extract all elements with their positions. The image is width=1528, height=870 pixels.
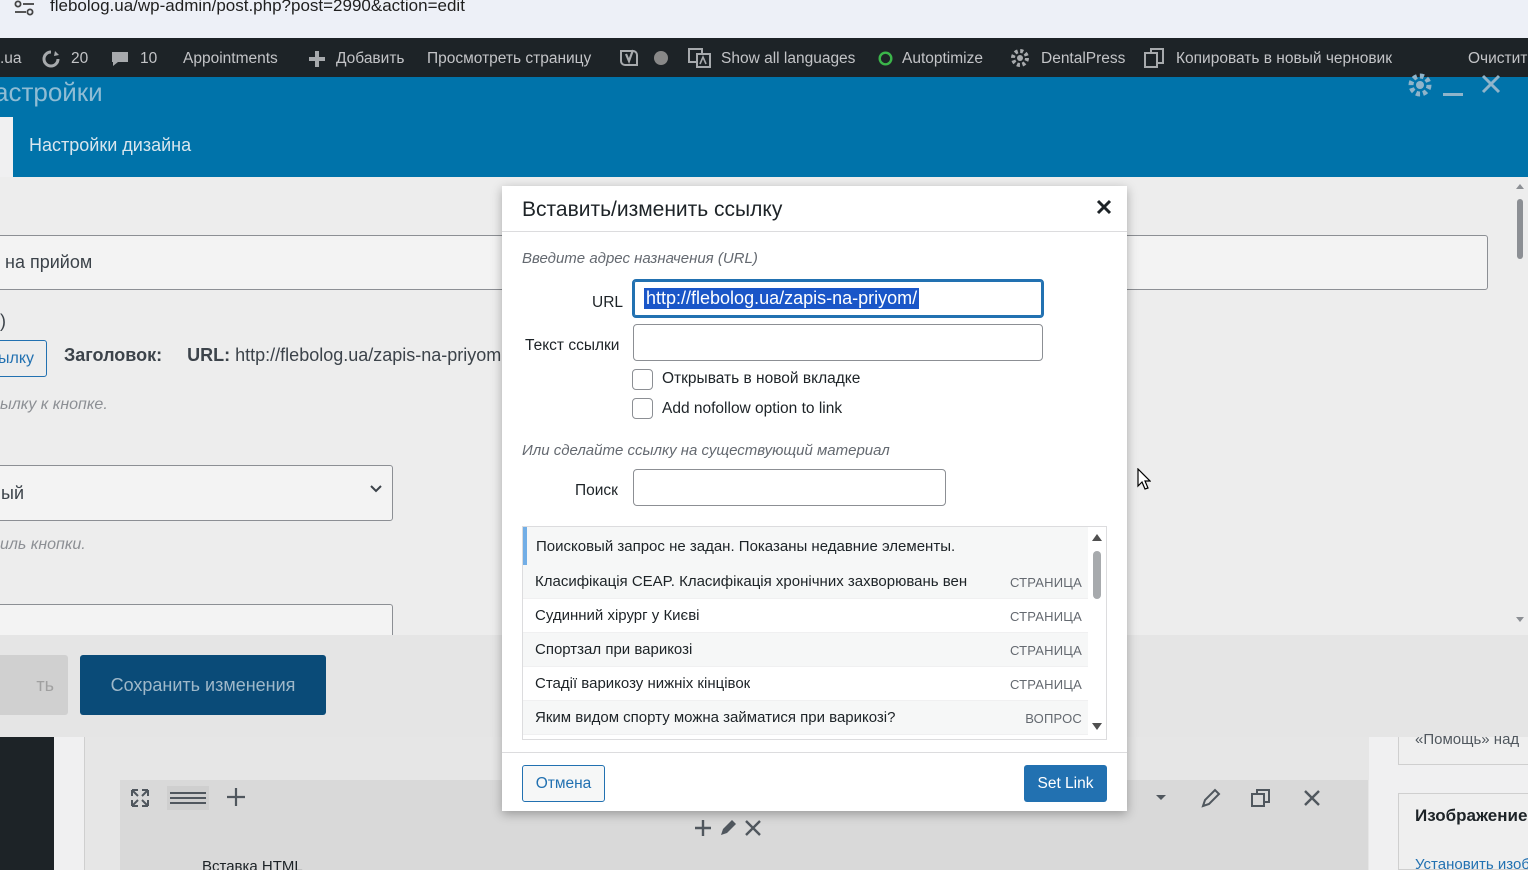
list-item[interactable]: Класифікація CEAP. Класифікація хронічни… <box>523 565 1088 599</box>
row-edit-icon[interactable] <box>1200 787 1222 809</box>
choose-link-button[interactable]: ылку <box>0 340 47 377</box>
admin-bar-dentalpress[interactable]: DentalPress <box>1041 38 1125 77</box>
set-featured-image-link[interactable]: Установить изоб <box>1415 856 1528 870</box>
admin-bar-add-new[interactable]: Добавить <box>336 38 405 77</box>
minimize-icon[interactable] <box>1442 83 1464 97</box>
tab-design-settings[interactable]: Настройки дизайна <box>29 135 191 156</box>
button-style-select[interactable]: ый <box>0 465 393 521</box>
settings-gear-icon[interactable] <box>1406 71 1434 99</box>
field-label-fragment: ) <box>0 311 6 331</box>
settings-modal-title: астройки <box>0 77 103 107</box>
previous-button[interactable]: ть <box>0 655 68 715</box>
browser-url-bar[interactable]: flebolog.ua/wp-admin/post.php?post=2990&… <box>0 0 1528 38</box>
link-summary: Заголовок: URL: http://flebolog.ua/zapis… <box>64 345 502 365</box>
list-item[interactable]: Стадії варикозу нижніх кінцівок Страница <box>523 667 1088 701</box>
admin-bar-copy-draft[interactable]: Копировать в новый черновик <box>1176 38 1392 77</box>
url-label: URL <box>592 294 624 311</box>
url-input[interactable]: http://flebolog.ua/zapis-na-priyom/ <box>632 279 1044 318</box>
list-item[interactable]: Спортзал при варикозі Страница <box>523 633 1088 667</box>
settings-scrollbar[interactable] <box>1512 177 1528 635</box>
set-link-button[interactable]: Set Link <box>1024 765 1107 802</box>
featured-image-panel: Изображение Установить изоб <box>1398 793 1528 870</box>
results-scrollbar[interactable] <box>1088 527 1106 739</box>
link-text-label: Текст ссылки <box>525 337 620 354</box>
link-text-input[interactable] <box>633 324 1043 361</box>
site-info-icon[interactable] <box>12 0 38 18</box>
list-item[interactable]: Яким видом спорту можна займатися при ва… <box>523 701 1088 735</box>
search-input[interactable] <box>633 469 946 506</box>
admin-bar-autoptimize[interactable]: Autoptimize <box>902 38 983 77</box>
yoast-icon[interactable] <box>618 47 640 69</box>
url-input-value: http://flebolog.ua/zapis-na-priyom/ <box>644 288 920 309</box>
tab-general[interactable] <box>0 117 13 177</box>
html-block-label: Вставка HTML <box>202 858 303 870</box>
results-scroll-thumb[interactable] <box>1093 551 1101 599</box>
comments-count[interactable]: 10 <box>140 38 157 77</box>
open-new-tab-label[interactable]: Открывать в новой вкладке <box>662 370 860 388</box>
insert-link-dialog: Вставить/изменить ссылку Введите адрес н… <box>502 186 1127 811</box>
help-sidebar-card: «Помощь» над <box>1398 731 1528 765</box>
list-item[interactable]: Судинний хірург у Києві Страница <box>523 599 1088 633</box>
add-row-icon[interactable] <box>225 786 247 808</box>
dialog-footer: Отмена Set Link <box>502 752 1127 811</box>
cancel-button[interactable]: Отмена <box>522 765 605 802</box>
admin-bar-view-page[interactable]: Просмотреть страницу <box>427 38 591 77</box>
gear-icon[interactable] <box>1009 47 1031 69</box>
admin-bar-site[interactable]: .ua <box>0 38 22 77</box>
updates-count[interactable]: 20 <box>71 38 88 77</box>
row-duplicate-icon[interactable] <box>1250 787 1272 809</box>
row-dropdown-icon[interactable] <box>1152 788 1170 806</box>
admin-bar-appointments[interactable]: Appointments <box>183 38 278 77</box>
columns-icon[interactable] <box>166 785 210 811</box>
mouse-cursor-icon <box>1137 468 1151 490</box>
dialog-header: Вставить/изменить ссылку <box>502 186 1127 232</box>
save-changes-button[interactable]: Сохранить изменения <box>80 655 326 715</box>
existing-content-hint: Или сделайте ссылку на существующий мате… <box>522 442 890 459</box>
chevron-down-icon <box>370 485 382 493</box>
updates-icon[interactable] <box>40 49 62 69</box>
scroll-down-icon[interactable] <box>1092 723 1102 731</box>
translate-icon[interactable] <box>688 48 712 68</box>
results-notice: Поисковый запрос не задан. Показаны неда… <box>523 527 1088 565</box>
comments-icon[interactable] <box>110 50 130 68</box>
close-icon[interactable] <box>1095 198 1113 216</box>
admin-menu-strip <box>0 737 54 870</box>
delete-x-icon[interactable] <box>743 818 763 838</box>
plus-icon[interactable] <box>308 50 326 68</box>
scroll-up-icon[interactable] <box>1092 533 1102 541</box>
settings-modal-header: астройки Настройки дизайна <box>0 73 1528 177</box>
search-results-list[interactable]: Поисковый запрос не задан. Показаны неда… <box>522 526 1107 740</box>
wp-admin-bar: .ua 20 10 Appointments Добавить Просмотр… <box>0 38 1528 77</box>
add-element-icon[interactable] <box>693 818 713 838</box>
expand-icon[interactable] <box>130 788 150 808</box>
open-new-tab-checkbox[interactable] <box>632 369 653 390</box>
nofollow-label[interactable]: Add nofollow option to link <box>662 400 842 418</box>
style-hint: иль кнопки. <box>0 536 86 553</box>
close-modal-icon[interactable] <box>1480 73 1502 95</box>
search-label: Поиск <box>575 482 618 499</box>
url-hint: Введите адрес назначения (URL) <box>522 250 758 267</box>
edit-pencil-icon[interactable] <box>718 818 738 838</box>
autoptimize-status-icon <box>878 51 893 66</box>
seo-status-dot-icon <box>654 51 668 65</box>
nofollow-checkbox[interactable] <box>632 398 653 419</box>
row-delete-icon[interactable] <box>1301 787 1323 809</box>
browser-url-text[interactable]: flebolog.ua/wp-admin/post.php?post=2990&… <box>50 0 465 16</box>
admin-bar-clear-cache[interactable]: Очистит <box>1468 38 1527 77</box>
copy-icon[interactable] <box>1143 47 1167 69</box>
dialog-title: Вставить/изменить ссылку <box>522 198 783 221</box>
link-hint: ылку к кнопке. <box>0 396 108 413</box>
admin-bar-show-languages[interactable]: Show all languages <box>721 38 855 77</box>
